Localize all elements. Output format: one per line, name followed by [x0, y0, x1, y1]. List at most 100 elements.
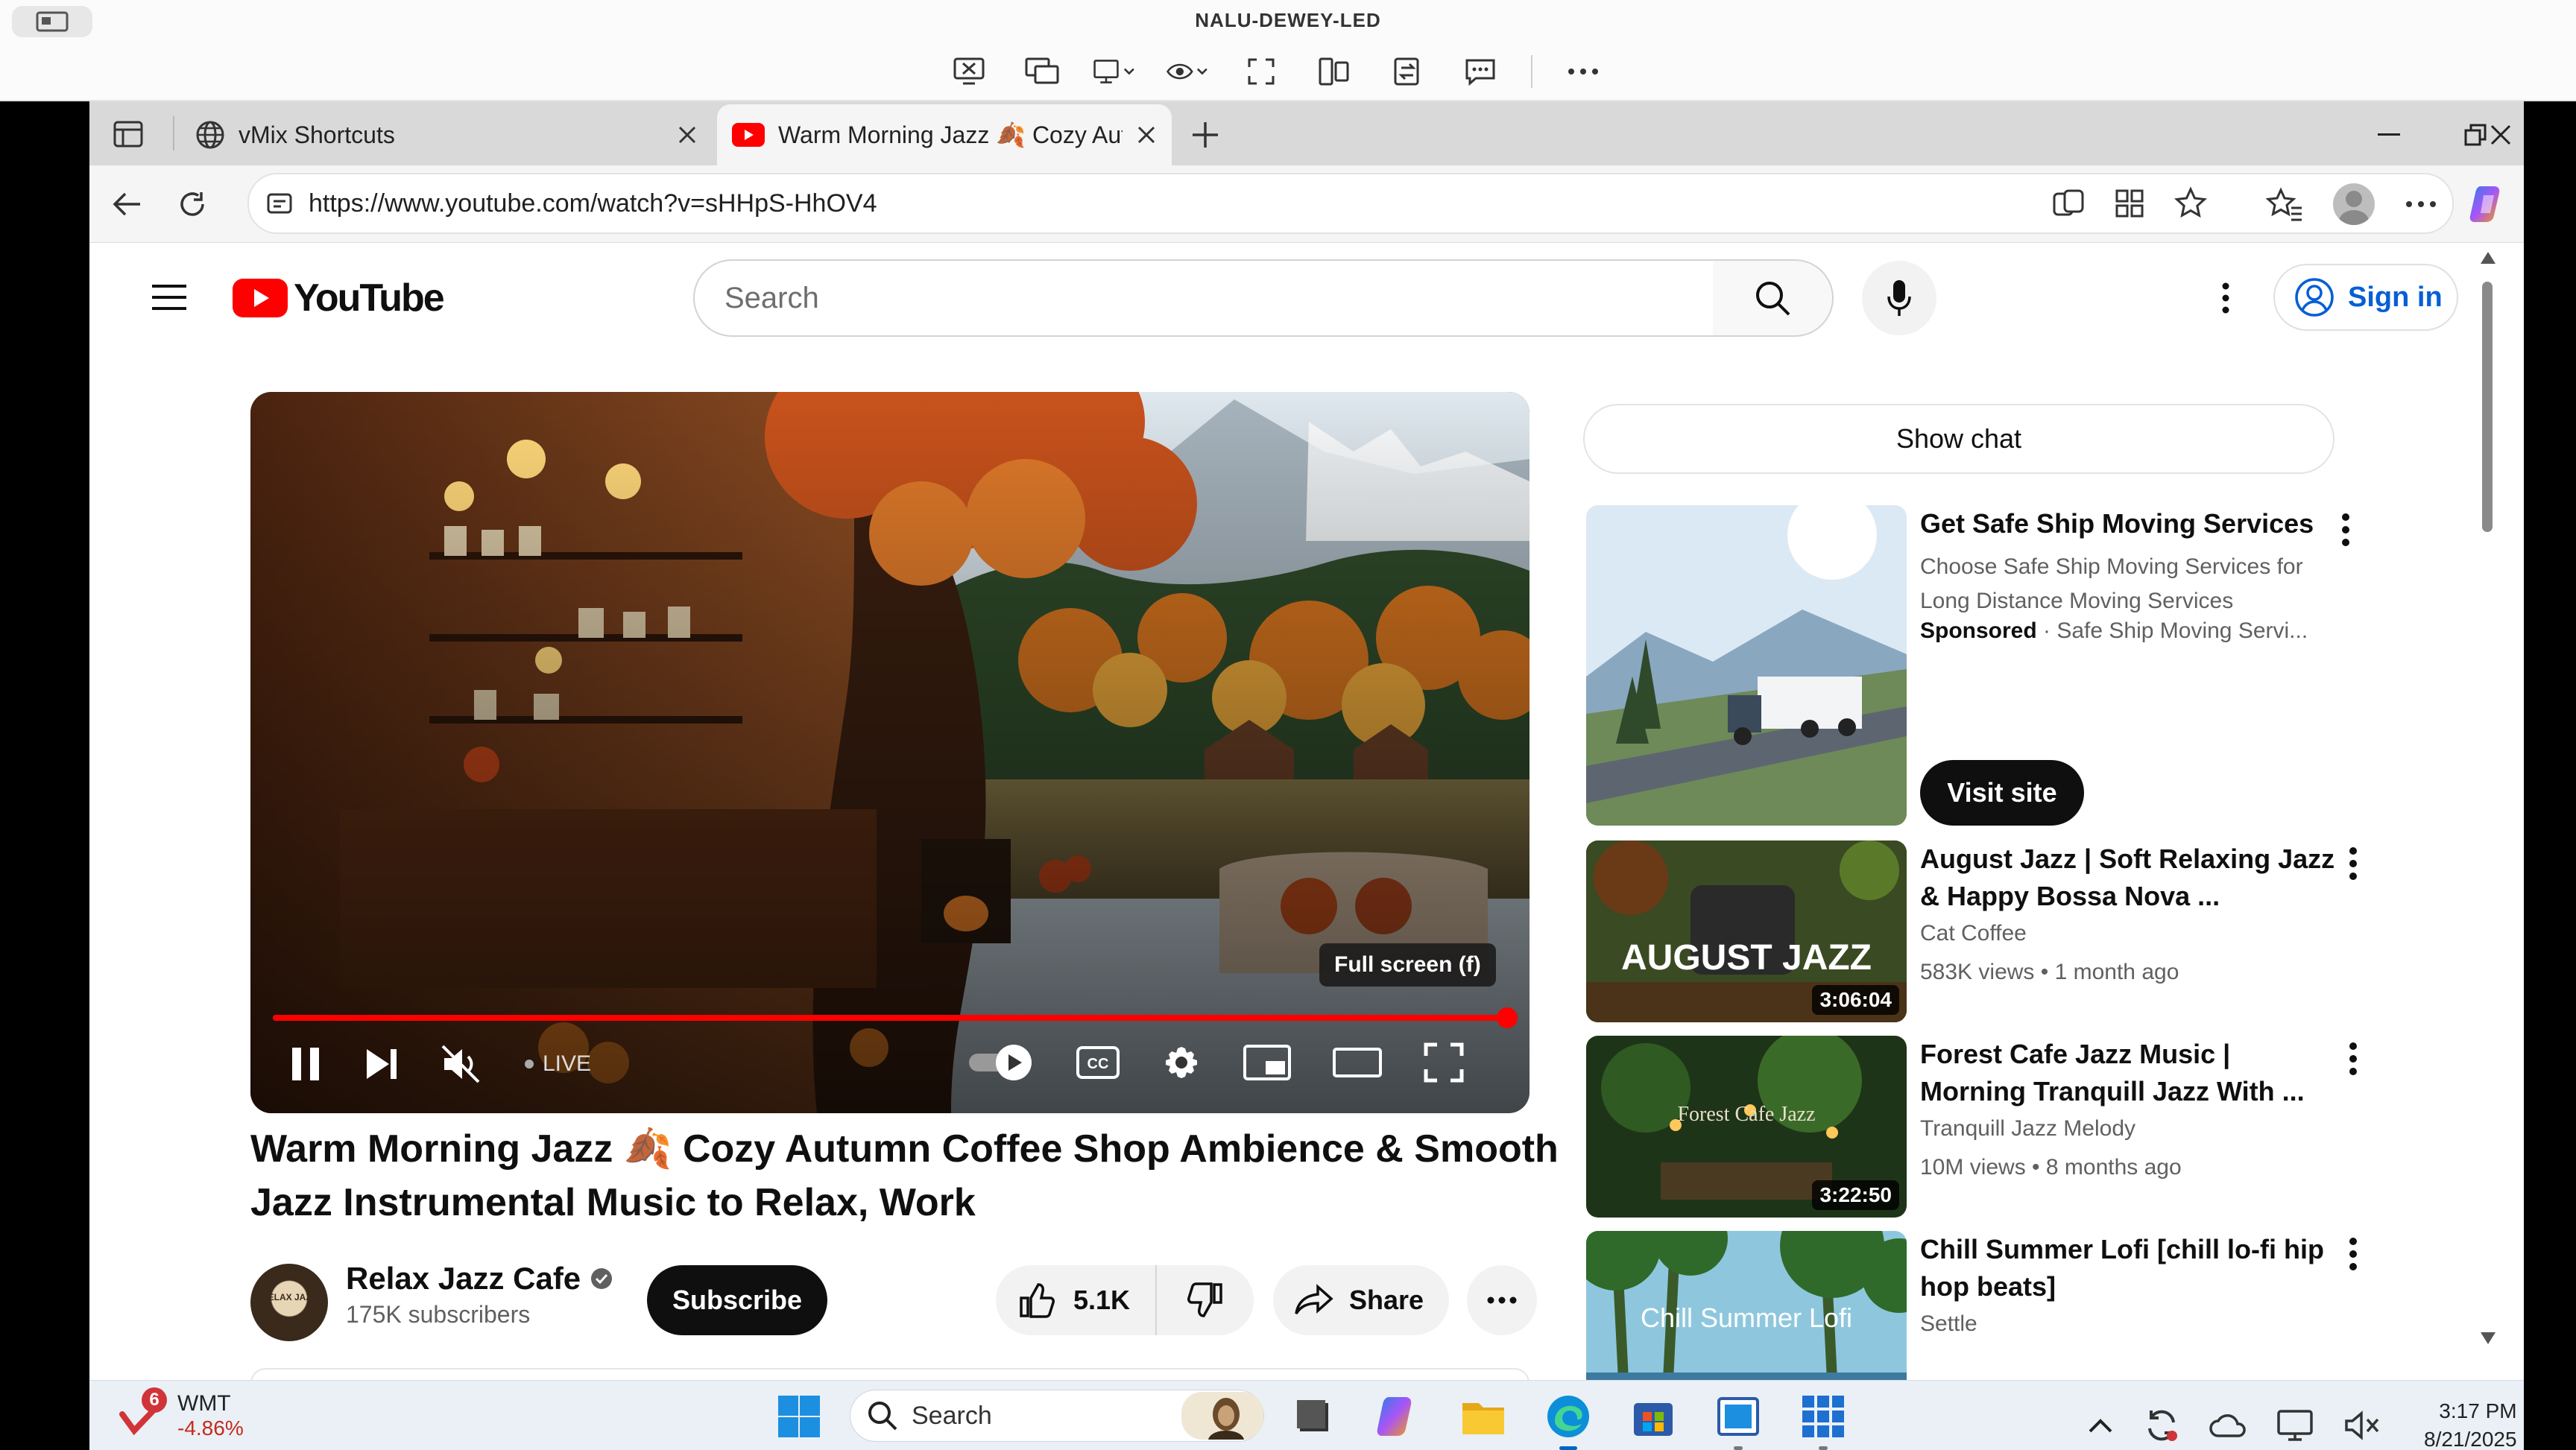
tab-warm-morning-jazz[interactable]: Warm Morning Jazz 🍂 Cozy Aut — [717, 104, 1172, 165]
share-button[interactable]: Share — [1273, 1265, 1449, 1335]
settings-gear-icon[interactable] — [1161, 1042, 1202, 1083]
live-indicator[interactable]: LIVE — [525, 1051, 591, 1077]
video-thumbnail[interactable]: Forest Cafe Jazz 3:22:50 — [1586, 1036, 1907, 1218]
video-thumbnail[interactable]: Chill Summer Lofi — [1586, 1231, 1907, 1384]
edge-icon[interactable] — [1544, 1393, 1592, 1450]
display-icon[interactable] — [1093, 51, 1137, 92]
more-icon[interactable] — [1561, 51, 1606, 92]
visit-site-button[interactable]: Visit site — [1920, 760, 2084, 826]
channel-name[interactable]: Settle — [1920, 1311, 1977, 1337]
scroll-up-icon[interactable] — [2479, 250, 2497, 265]
settings-more-icon[interactable] — [2405, 200, 2437, 209]
tab-vmix-shortcuts[interactable]: vMix Shortcuts — [180, 104, 713, 165]
apps-icon[interactable] — [2112, 186, 2147, 221]
onedrive-icon[interactable] — [2209, 1412, 2247, 1439]
ad-thumbnail[interactable] — [1586, 505, 1907, 826]
recommendation-item[interactable]: Forest Cafe Jazz 3:22:50 Forest Cafe Jaz… — [1586, 1036, 2443, 1218]
ad-card[interactable]: Get Safe Ship Moving Services Choose Saf… — [1586, 505, 2443, 826]
chevron-up-icon[interactable] — [2087, 1416, 2114, 1434]
svg-text:CC: CC — [1087, 1056, 1109, 1072]
muted-volume-icon[interactable] — [441, 1045, 483, 1083]
grid-app-icon[interactable] — [1799, 1393, 1847, 1450]
more-actions-button[interactable] — [1467, 1265, 1537, 1335]
video-thumbnail[interactable]: AUGUST JAZZ 3:06:04 — [1586, 840, 1907, 1022]
autoplay-toggle[interactable] — [967, 1042, 1035, 1083]
favorites-icon[interactable] — [2266, 187, 2303, 221]
chat-icon[interactable] — [1458, 51, 1503, 92]
sync-icon[interactable] — [2144, 1408, 2179, 1443]
channel-avatar[interactable]: RELAX JAZZ — [250, 1264, 328, 1341]
volume-muted-icon[interactable] — [2343, 1411, 2379, 1440]
next-icon[interactable] — [364, 1048, 400, 1080]
close-tab-icon[interactable] — [1136, 124, 1157, 145]
close-tab-icon[interactable] — [677, 124, 698, 145]
progress-track[interactable] — [273, 1007, 1518, 1028]
tab-actions-icon[interactable] — [110, 116, 146, 152]
site-info-icon[interactable] — [267, 191, 292, 215]
fullscreen-icon[interactable] — [1239, 51, 1284, 92]
minimize-icon[interactable] — [2370, 116, 2408, 153]
like-button[interactable]: 5.1K — [996, 1265, 1157, 1335]
start-icon[interactable] — [775, 1393, 823, 1440]
progress-fill — [273, 1015, 1507, 1021]
channel-name[interactable]: Relax Jazz Cafe — [346, 1261, 581, 1297]
channel-name[interactable]: Tranquill Jazz Melody — [1920, 1116, 2135, 1142]
copilot-icon[interactable] — [2467, 183, 2509, 225]
recommendation-item[interactable]: AUGUST JAZZ 3:06:04 August Jazz | Soft R… — [1586, 840, 2443, 1022]
store-icon[interactable] — [1629, 1393, 1677, 1440]
device-icon[interactable] — [1312, 51, 1357, 92]
video-menu-icon[interactable] — [2342, 845, 2364, 882]
subscribe-button[interactable]: Subscribe — [647, 1265, 827, 1335]
ctrl-alt-del-icon[interactable] — [947, 51, 991, 92]
video-menu-icon[interactable] — [2342, 1040, 2364, 1077]
search-input[interactable]: Search — [693, 259, 1714, 337]
refresh-icon[interactable] — [171, 183, 213, 225]
voice-search-button[interactable] — [1862, 261, 1936, 335]
captions-icon[interactable]: CC — [1076, 1046, 1120, 1079]
miniplayer-icon[interactable] — [1243, 1045, 1291, 1080]
video-title[interactable]: Forest Cafe Jazz Music | Morning Tranqui… — [1920, 1036, 2337, 1110]
vmix-app-icon[interactable] — [1714, 1393, 1762, 1450]
channel-name-row[interactable]: Relax Jazz Cafe — [346, 1261, 613, 1297]
search-button[interactable] — [1713, 259, 1834, 337]
clock[interactable]: 3:17 PM 8/21/2025 — [2424, 1397, 2517, 1450]
url-text[interactable]: https://www.youtube.com/watch?v=sHHpS-Hh… — [309, 189, 877, 218]
sign-in-button[interactable]: Sign in — [2273, 264, 2458, 331]
scroll-down-icon[interactable] — [2479, 1331, 2497, 1346]
scrollbar-thumb[interactable] — [2482, 282, 2493, 532]
theater-mode-icon[interactable] — [1333, 1046, 1382, 1079]
close-window-icon[interactable] — [2482, 116, 2519, 153]
eye-icon[interactable] — [1166, 51, 1210, 92]
video-title[interactable]: Chill Summer Lofi [chill lo-fi hip hop b… — [1920, 1231, 2337, 1305]
progress-scrubber[interactable] — [1497, 1007, 1518, 1028]
file-explorer-icon[interactable] — [1459, 1393, 1507, 1440]
read-aloud-icon[interactable] — [2051, 186, 2086, 221]
show-chat-button[interactable]: Show chat — [1583, 404, 2334, 474]
thumbnail-text: Chill Summer Lofi — [1640, 1302, 1853, 1333]
channel-name[interactable]: Cat Coffee — [1920, 921, 2027, 946]
task-view-icon[interactable] — [1289, 1393, 1337, 1440]
fullscreen-icon[interactable] — [1424, 1042, 1464, 1083]
favorite-star-icon[interactable] — [2174, 186, 2208, 221]
transfer-icon[interactable] — [1385, 51, 1430, 92]
back-icon[interactable] — [106, 183, 148, 225]
dislike-button[interactable] — [1157, 1265, 1254, 1335]
settings-kebab-icon[interactable] — [2211, 276, 2241, 320]
switch-monitor-icon[interactable] — [1020, 51, 1064, 92]
video-title[interactable]: August Jazz | Soft Relaxing Jazz & Happy… — [1920, 840, 2337, 915]
copilot-taskbar-icon[interactable] — [1374, 1393, 1422, 1440]
pause-icon[interactable] — [289, 1046, 322, 1082]
page-scrollbar[interactable] — [2479, 250, 2497, 1383]
ad-menu-icon[interactable] — [2334, 511, 2357, 548]
recommendation-item[interactable]: Chill Summer Lofi Chill Summer Lofi [chi… — [1586, 1231, 2443, 1384]
menu-icon[interactable] — [145, 273, 194, 322]
network-icon[interactable] — [2276, 1408, 2314, 1443]
profile-avatar[interactable] — [2333, 183, 2375, 225]
stock-widget[interactable]: 6 WMT -4.86% — [119, 1387, 244, 1440]
video-player[interactable]: Full screen (f) LIVE CC — [250, 392, 1530, 1113]
youtube-logo[interactable]: YouTube — [233, 276, 445, 320]
video-menu-icon[interactable] — [2342, 1235, 2364, 1273]
taskbar-search[interactable]: Search — [850, 1390, 1264, 1442]
ad-title[interactable]: Get Safe Ship Moving Services — [1920, 505, 2337, 542]
new-tab-icon[interactable] — [1185, 115, 1225, 155]
